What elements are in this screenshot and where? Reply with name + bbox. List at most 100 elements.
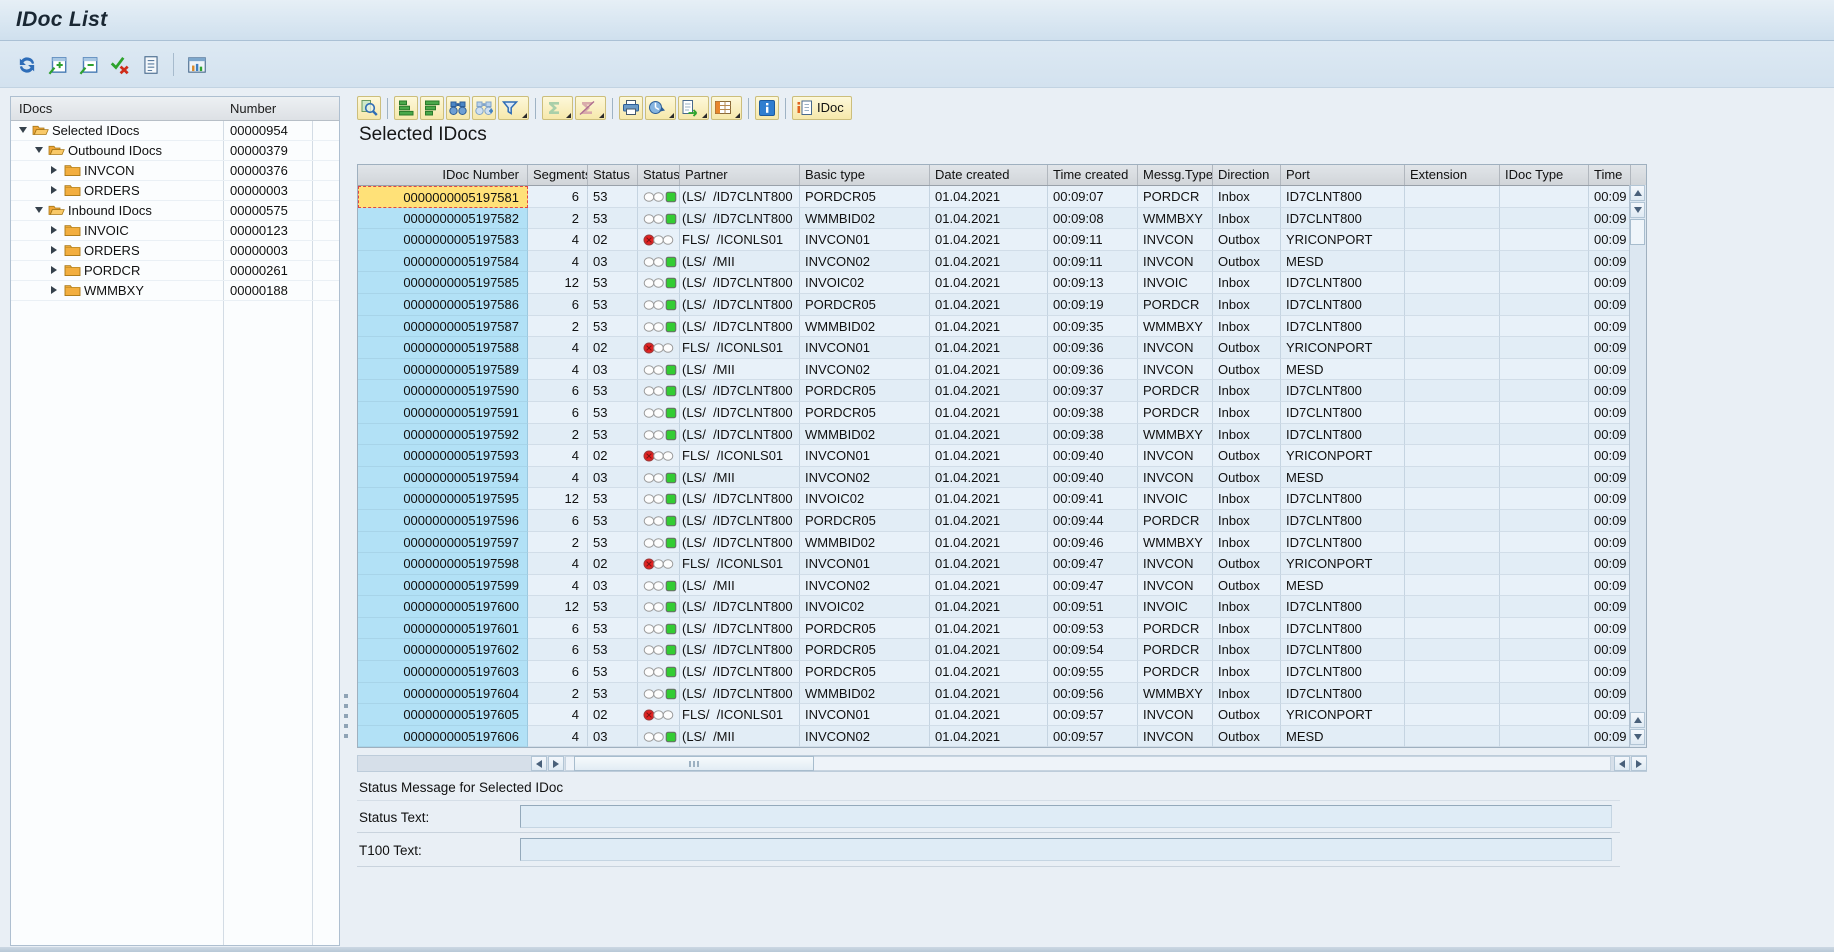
- cell-port[interactable]: ID7CLNT800: [1281, 661, 1405, 683]
- vertical-scrollbar[interactable]: [1629, 185, 1646, 747]
- scroll-up-button[interactable]: [1630, 185, 1645, 201]
- cell-status-code[interactable]: 53: [588, 208, 638, 230]
- cell-extension[interactable]: [1405, 683, 1500, 705]
- cell-time[interactable]: 00:09: [1589, 380, 1631, 402]
- cell-idoc[interactable]: 0000000005197591: [358, 402, 528, 424]
- cell-date-created[interactable]: 01.04.2021: [930, 532, 1048, 554]
- cell-idoc[interactable]: 0000000005197598: [358, 553, 528, 575]
- tree-item-outbound-idocs[interactable]: Outbound IDocs00000379: [11, 141, 339, 161]
- cell-time-created[interactable]: 00:09:19: [1048, 294, 1138, 316]
- cell-segments[interactable]: 2: [528, 208, 588, 230]
- cell-idoc-type[interactable]: [1500, 380, 1589, 402]
- cell-segments[interactable]: 2: [528, 683, 588, 705]
- grid-row[interactable]: 0000000005197606403(LS/ /MIIINVCON0201.0…: [358, 726, 1646, 748]
- col-header-segments[interactable]: Segments: [528, 165, 588, 185]
- layout-button[interactable]: [711, 96, 742, 120]
- cell-extension[interactable]: [1405, 424, 1500, 446]
- cell-messg-type[interactable]: PORDCR: [1138, 294, 1213, 316]
- cell-status-code[interactable]: 53: [588, 424, 638, 446]
- cell-partner[interactable]: (LS/ /ID7CLNT800: [680, 618, 800, 640]
- cell-messg-type[interactable]: PORDCR: [1138, 510, 1213, 532]
- grid-row[interactable]: 0000000005197598402FLS/ /ICONLS01INVCON0…: [358, 553, 1646, 575]
- grid-row[interactable]: 0000000005197597253(LS/ /ID7CLNT800WMMBI…: [358, 532, 1646, 554]
- cell-status-code[interactable]: 53: [588, 488, 638, 510]
- cell-time-created[interactable]: 00:09:38: [1048, 402, 1138, 424]
- cell-date-created[interactable]: 01.04.2021: [930, 467, 1048, 489]
- cell-messg-type[interactable]: PORDCR: [1138, 380, 1213, 402]
- grid-row[interactable]: 0000000005197588402FLS/ /ICONLS01INVCON0…: [358, 337, 1646, 359]
- splitter-handle[interactable]: [342, 694, 350, 746]
- cell-idoc[interactable]: 0000000005197589: [358, 359, 528, 381]
- cell-idoc-type[interactable]: [1500, 575, 1589, 597]
- cell-date-created[interactable]: 01.04.2021: [930, 726, 1048, 748]
- cell-basic-type[interactable]: PORDCR05: [800, 186, 930, 208]
- cell-extension[interactable]: [1405, 639, 1500, 661]
- cell-basic-type[interactable]: WMMBID02: [800, 316, 930, 338]
- cell-basic-type[interactable]: PORDCR05: [800, 510, 930, 532]
- cell-date-created[interactable]: 01.04.2021: [930, 208, 1048, 230]
- cell-time-created[interactable]: 00:09:36: [1048, 337, 1138, 359]
- cell-status-light[interactable]: [638, 510, 680, 532]
- cell-segments[interactable]: 4: [528, 229, 588, 251]
- cell-status-code[interactable]: 53: [588, 596, 638, 618]
- cell-partner[interactable]: (LS/ /ID7CLNT800: [680, 380, 800, 402]
- grid-row[interactable]: 0000000005197591653(LS/ /ID7CLNT800PORDC…: [358, 402, 1646, 424]
- cell-extension[interactable]: [1405, 229, 1500, 251]
- cell-messg-type[interactable]: PORDCR: [1138, 639, 1213, 661]
- cell-time[interactable]: 00:09: [1589, 510, 1631, 532]
- cell-date-created[interactable]: 01.04.2021: [930, 186, 1048, 208]
- cell-time-created[interactable]: 00:09:47: [1048, 575, 1138, 597]
- cell-messg-type[interactable]: INVOIC: [1138, 272, 1213, 294]
- cell-extension[interactable]: [1405, 596, 1500, 618]
- cell-time[interactable]: 00:09: [1589, 553, 1631, 575]
- cell-idoc-type[interactable]: [1500, 467, 1589, 489]
- cell-direction[interactable]: Outbox: [1213, 229, 1281, 251]
- cell-partner[interactable]: FLS/ /ICONLS01: [680, 337, 800, 359]
- expander-expanded-icon[interactable]: [19, 127, 27, 133]
- cell-status-code[interactable]: 03: [588, 575, 638, 597]
- cell-status-light[interactable]: [638, 337, 680, 359]
- cell-partner[interactable]: FLS/ /ICONLS01: [680, 553, 800, 575]
- print-button[interactable]: [619, 96, 643, 120]
- grid-row[interactable]: 0000000005197603653(LS/ /ID7CLNT800PORDC…: [358, 661, 1646, 683]
- scroll-left-button[interactable]: [531, 756, 547, 771]
- cell-date-created[interactable]: 01.04.2021: [930, 704, 1048, 726]
- cell-port[interactable]: MESD: [1281, 359, 1405, 381]
- cell-direction[interactable]: Outbox: [1213, 726, 1281, 748]
- expander-collapsed-icon[interactable]: [51, 266, 57, 274]
- cell-status-code[interactable]: 53: [588, 532, 638, 554]
- cell-direction[interactable]: Inbox: [1213, 272, 1281, 294]
- cell-status-light[interactable]: [638, 726, 680, 748]
- cell-basic-type[interactable]: INVCON01: [800, 704, 930, 726]
- cell-messg-type[interactable]: PORDCR: [1138, 186, 1213, 208]
- cell-idoc[interactable]: 0000000005197582: [358, 208, 528, 230]
- find-button[interactable]: [446, 96, 470, 120]
- cell-time-created[interactable]: 00:09:47: [1048, 553, 1138, 575]
- grid-row[interactable]: 0000000005197584403(LS/ /MIIINVCON0201.0…: [358, 251, 1646, 273]
- cell-status-light[interactable]: [638, 208, 680, 230]
- scroll-left-button[interactable]: [1614, 756, 1630, 771]
- cell-direction[interactable]: Outbox: [1213, 575, 1281, 597]
- cell-time[interactable]: 00:09: [1589, 532, 1631, 554]
- col-header-date-created[interactable]: Date created: [930, 165, 1048, 185]
- cell-time[interactable]: 00:09: [1589, 294, 1631, 316]
- cell-idoc-type[interactable]: [1500, 424, 1589, 446]
- cell-time-created[interactable]: 00:09:57: [1048, 704, 1138, 726]
- cell-date-created[interactable]: 01.04.2021: [930, 251, 1048, 273]
- cell-partner[interactable]: (LS/ /ID7CLNT800: [680, 294, 800, 316]
- grid-row[interactable]: 0000000005197590653(LS/ /ID7CLNT800PORDC…: [358, 380, 1646, 402]
- cell-port[interactable]: ID7CLNT800: [1281, 380, 1405, 402]
- cell-extension[interactable]: [1405, 316, 1500, 338]
- cell-time-created[interactable]: 00:09:11: [1048, 251, 1138, 273]
- cell-idoc-type[interactable]: [1500, 186, 1589, 208]
- cell-date-created[interactable]: 01.04.2021: [930, 229, 1048, 251]
- cell-basic-type[interactable]: PORDCR05: [800, 661, 930, 683]
- cell-basic-type[interactable]: WMMBID02: [800, 208, 930, 230]
- cell-messg-type[interactable]: INVOIC: [1138, 488, 1213, 510]
- cell-direction[interactable]: Inbox: [1213, 683, 1281, 705]
- cell-idoc[interactable]: 0000000005197605: [358, 704, 528, 726]
- cell-direction[interactable]: Inbox: [1213, 639, 1281, 661]
- cell-date-created[interactable]: 01.04.2021: [930, 337, 1048, 359]
- cell-basic-type[interactable]: INVCON02: [800, 251, 930, 273]
- cell-time-created[interactable]: 00:09:57: [1048, 726, 1138, 748]
